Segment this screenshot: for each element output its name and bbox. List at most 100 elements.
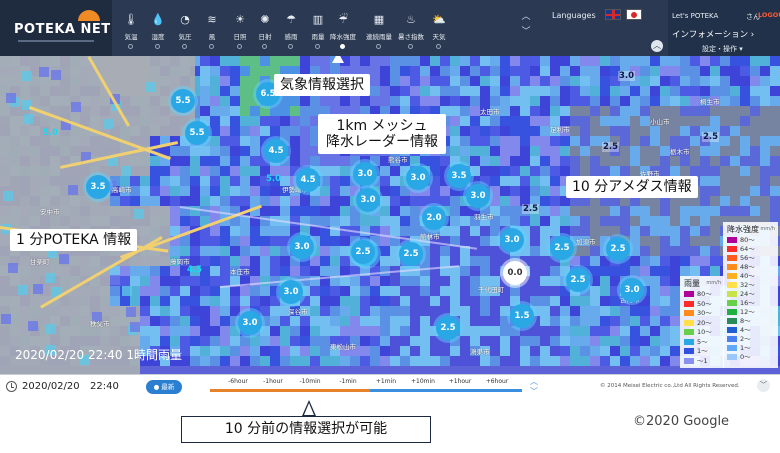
logout-button[interactable]: LOGOUT bbox=[758, 11, 780, 19]
radar-cell bbox=[480, 306, 490, 316]
radar-cell bbox=[240, 166, 250, 176]
poteka-station[interactable]: 3.0 bbox=[353, 162, 377, 186]
poteka-station[interactable]: 1.5 bbox=[510, 304, 534, 328]
radar-cell bbox=[550, 76, 560, 86]
radar-cell bbox=[310, 156, 320, 166]
weather-item[interactable]: ⛅ 天気 bbox=[426, 0, 452, 56]
radar-cell bbox=[530, 146, 540, 156]
information-button[interactable]: インフォメーション › bbox=[672, 28, 754, 40]
radar-cell bbox=[380, 176, 390, 186]
poteka-station[interactable]: 3.5 bbox=[86, 175, 110, 199]
english-flag-icon[interactable] bbox=[605, 9, 621, 20]
radar-cell bbox=[250, 336, 260, 346]
radar-cell bbox=[750, 186, 760, 196]
latest-button[interactable]: ● 最新 bbox=[146, 380, 182, 394]
radar-cell bbox=[380, 256, 390, 266]
poteka-station[interactable]: 2.5 bbox=[399, 242, 423, 266]
time-step-button[interactable]: -10min bbox=[290, 378, 330, 385]
chevron-down-icon[interactable]: ﹀ bbox=[757, 379, 770, 392]
time-step-button[interactable]: -1min bbox=[328, 378, 368, 385]
chevron-up-icon[interactable]: ︿ bbox=[527, 377, 541, 387]
poteka-station[interactable]: 3.0 bbox=[356, 188, 380, 212]
poteka-station[interactable]: 3.0 bbox=[406, 166, 430, 190]
time-step-button[interactable]: +10min bbox=[403, 378, 443, 385]
weather-item[interactable]: 💧 湿度 bbox=[145, 0, 171, 56]
weather-item[interactable]: ♨ 暑さ指数 bbox=[398, 0, 424, 56]
poteka-station[interactable]: 3.0 bbox=[238, 311, 262, 335]
radar-cell bbox=[450, 96, 460, 106]
time-scroll[interactable]: ︿ ﹀ bbox=[527, 377, 541, 397]
poteka-station[interactable]: 3.0 bbox=[290, 235, 314, 259]
radar-cell bbox=[470, 76, 480, 86]
radar-cell bbox=[300, 196, 310, 206]
poteka-station[interactable]: 3.5 bbox=[447, 164, 471, 188]
radar-cell bbox=[430, 356, 440, 366]
radar-cell bbox=[330, 306, 340, 316]
weather-item-scroll[interactable]: ︿ ﹀ bbox=[518, 10, 534, 44]
radar-cell bbox=[700, 176, 710, 186]
poteka-station[interactable]: 2.5 bbox=[566, 268, 590, 292]
radar-cell bbox=[760, 176, 770, 186]
collapse-header-button[interactable]: ︿ bbox=[651, 40, 663, 52]
radar-cell bbox=[410, 196, 420, 206]
radar-cell bbox=[104, 119, 114, 129]
weather-item[interactable]: ☂ 感雨 bbox=[278, 0, 304, 56]
japanese-flag-icon[interactable] bbox=[626, 9, 642, 20]
poteka-station[interactable]: 3.0 bbox=[466, 184, 490, 208]
poteka-station[interactable]: 3.0 bbox=[620, 278, 644, 302]
poteka-station[interactable]: 2.5 bbox=[351, 240, 375, 264]
radar-cell bbox=[300, 336, 310, 346]
weather-item[interactable]: ☀ 日照 bbox=[227, 0, 253, 56]
poteka-station[interactable]: 0.0 bbox=[503, 261, 527, 285]
radar-cell bbox=[460, 276, 470, 286]
rain-map[interactable]: 熊谷市高崎市伊勢崎市本庄市深谷市鴻巣市太田市足利市羽生市加須市桐生市佐野市古河市… bbox=[0, 56, 780, 374]
radar-cell bbox=[300, 146, 310, 156]
weather-item[interactable]: ▥ 雨量 bbox=[305, 0, 331, 56]
radar-cell bbox=[360, 306, 370, 316]
radar-cell bbox=[430, 296, 440, 306]
timeline-future bbox=[370, 389, 522, 392]
poteka-station[interactable]: 5.5 bbox=[185, 121, 209, 145]
chevron-down-icon[interactable]: ﹀ bbox=[518, 25, 534, 40]
poteka-station[interactable]: 2.5 bbox=[436, 316, 460, 340]
poteka-station[interactable]: 5.5 bbox=[171, 89, 195, 113]
weather-item[interactable]: ☔ 降水強度 bbox=[330, 0, 356, 56]
logo[interactable]: POTEKA NET bbox=[0, 0, 112, 56]
weather-item[interactable]: ◔ 気圧 bbox=[172, 0, 198, 56]
poteka-station[interactable]: 2.5 bbox=[550, 236, 574, 260]
current-time[interactable]: 22:40 bbox=[90, 381, 119, 392]
radar-cell bbox=[640, 96, 650, 106]
radar-cell bbox=[330, 96, 340, 106]
weather-item[interactable]: ≋ 風 bbox=[199, 0, 225, 56]
radar-cell bbox=[71, 102, 81, 112]
radar-cell bbox=[170, 246, 180, 256]
time-step-button[interactable]: -1hour bbox=[253, 378, 293, 385]
settings-button[interactable]: 設定・操作 ▾ bbox=[702, 44, 743, 54]
chevron-down-icon[interactable]: ﹀ bbox=[527, 387, 541, 397]
radar-cell bbox=[610, 86, 620, 96]
poteka-station[interactable]: 4.5 bbox=[296, 168, 320, 192]
poteka-station[interactable]: 4.5 bbox=[264, 139, 288, 163]
time-step-button[interactable]: +6hour bbox=[477, 378, 517, 385]
radar-cell bbox=[240, 146, 250, 156]
radar-cell bbox=[220, 296, 230, 306]
poteka-station[interactable]: 3.0 bbox=[279, 280, 303, 304]
chevron-up-icon[interactable]: ︿ bbox=[518, 10, 534, 25]
radar-cell bbox=[260, 56, 270, 66]
amedas-value: 3.0 bbox=[618, 71, 636, 81]
poteka-station[interactable]: 3.0 bbox=[500, 228, 524, 252]
time-step-button[interactable]: +1min bbox=[366, 378, 406, 385]
radar-cell bbox=[220, 336, 230, 346]
time-step-button[interactable]: +1hour bbox=[440, 378, 480, 385]
current-date[interactable]: 2020/02/20 bbox=[22, 381, 80, 392]
poteka-station[interactable]: 2.0 bbox=[422, 206, 446, 230]
weather-item[interactable]: ▦ 連続雨量 bbox=[366, 0, 392, 56]
poteka-station[interactable]: 2.5 bbox=[606, 237, 630, 261]
radar-cell bbox=[710, 156, 720, 166]
radar-cell bbox=[240, 156, 250, 166]
radar-cell bbox=[690, 206, 700, 216]
weather-item[interactable]: 🌡 気温 bbox=[118, 0, 144, 56]
radar-cell bbox=[150, 166, 160, 176]
weather-item[interactable]: ✺ 日射 bbox=[252, 0, 278, 56]
time-step-button[interactable]: -6hour bbox=[218, 378, 258, 385]
